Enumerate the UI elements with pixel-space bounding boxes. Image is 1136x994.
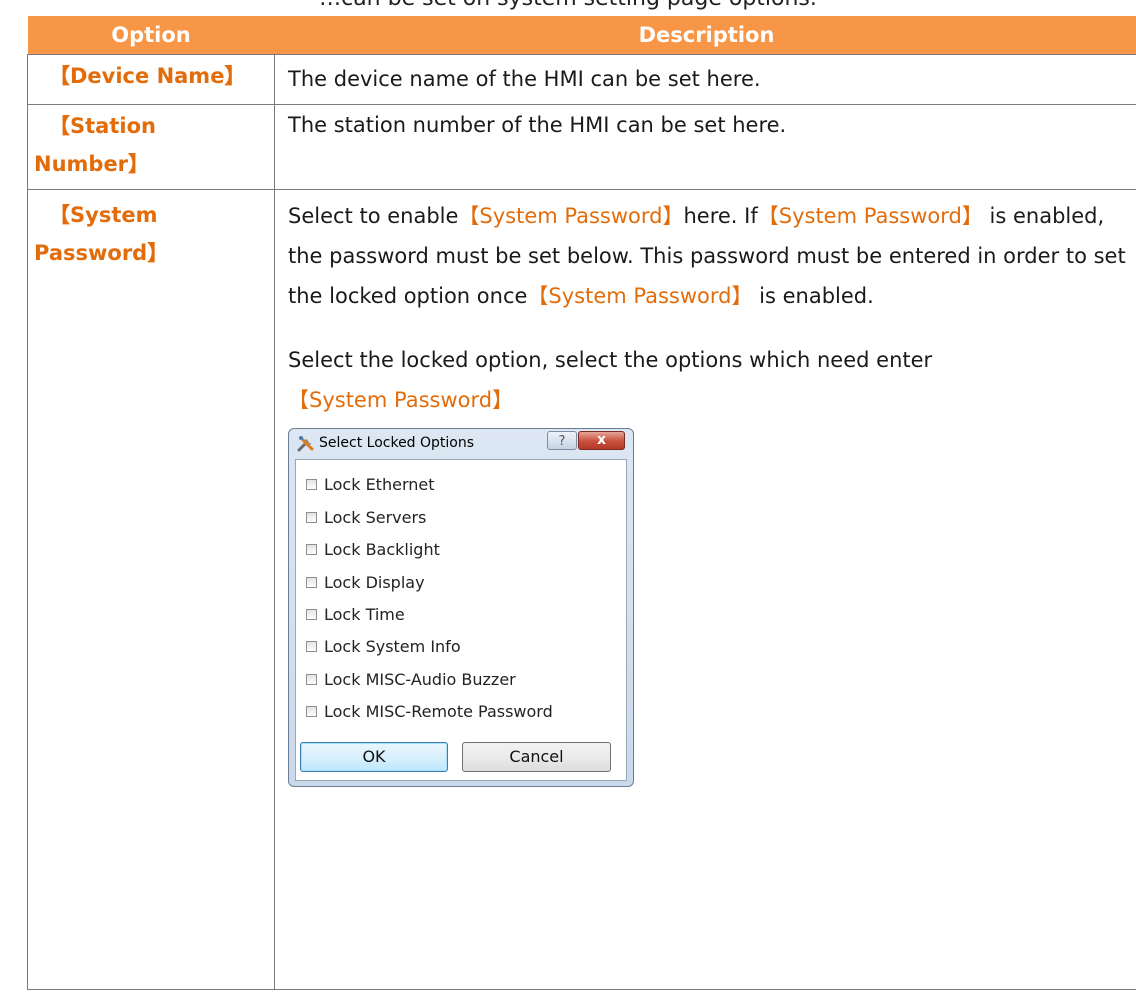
- checkbox-icon[interactable]: [306, 511, 317, 523]
- checkbox-icon[interactable]: [306, 673, 317, 685]
- checkbox-icon[interactable]: [306, 705, 317, 717]
- desc-highlight: 【System Password】: [757, 204, 983, 228]
- lock-option-checkbox[interactable]: Lock Backlight: [306, 538, 440, 560]
- desc-text: Select to enable: [288, 204, 459, 228]
- checkbox-icon[interactable]: [306, 478, 317, 490]
- header-description: Description: [274, 16, 1136, 55]
- option-cell: 【System Password】: [27, 189, 275, 990]
- checkbox-label: Lock Time: [324, 604, 405, 624]
- description-device-name: The device name of the HMI can be set he…: [288, 67, 761, 91]
- option-station-number-line1: 【Station: [49, 114, 156, 138]
- option-station-number-line2: Number】: [34, 152, 150, 176]
- option-cell: 【Device Name】: [27, 54, 275, 105]
- close-button[interactable]: x: [578, 431, 625, 450]
- option-system-password-line2: Password】: [34, 241, 169, 265]
- option-cell: 【Station Number】: [27, 104, 275, 190]
- checkbox-icon[interactable]: [306, 608, 317, 620]
- select-locked-options-dialog: Select Locked Options ? x Lock Ethernet …: [288, 428, 634, 787]
- desc-text: here. If: [683, 204, 758, 228]
- description-system-password: Select to enable【System Password】here. I…: [275, 190, 1136, 787]
- table-header-row: Option Description: [27, 16, 1136, 55]
- option-device-name: 【Device Name】: [49, 64, 246, 88]
- checkbox-label: Lock System Info: [324, 636, 461, 656]
- description-cell: Select to enable【System Password】here. I…: [274, 189, 1136, 990]
- description-cell: The device name of the HMI can be set he…: [274, 54, 1136, 105]
- desc-highlight: 【System Password】: [458, 204, 684, 228]
- lock-option-checkbox[interactable]: Lock Time: [306, 603, 405, 625]
- dialog-title: Select Locked Options: [319, 435, 475, 451]
- lock-option-checkbox[interactable]: Lock Servers: [306, 506, 426, 528]
- desc-text: Select the locked option, select the opt…: [288, 348, 933, 372]
- checkbox-label: Lock Display: [324, 572, 425, 592]
- table-row: 【Device Name】 The device name of the HMI…: [27, 54, 1136, 105]
- table-row: 【Station Number】 The station number of t…: [27, 104, 1136, 190]
- checkbox-label: Lock Backlight: [324, 539, 440, 559]
- checkbox-icon[interactable]: [306, 543, 317, 555]
- checkbox-label: Lock Ethernet: [324, 474, 435, 494]
- help-button[interactable]: ?: [547, 431, 577, 450]
- description-station-number: The station number of the HMI can be set…: [288, 113, 787, 137]
- desc-paragraph-2: Select the locked option, select the opt…: [288, 340, 1136, 420]
- ok-button[interactable]: OK: [300, 742, 448, 772]
- lock-option-checkbox[interactable]: Lock Ethernet: [306, 473, 435, 495]
- dialog-body: Lock Ethernet Lock Servers Lock Backligh…: [295, 459, 627, 781]
- lock-option-checkbox[interactable]: Lock System Info: [306, 635, 461, 657]
- lock-option-checkbox[interactable]: Lock MISC-Audio Buzzer: [306, 668, 516, 690]
- table-row: 【System Password】 Select to enable【Syste…: [27, 189, 1136, 990]
- clipped-intro-text: …can be set on system setting page optio…: [0, 0, 1136, 10]
- cancel-button[interactable]: Cancel: [462, 742, 611, 772]
- checkbox-label: Lock MISC-Remote Password: [324, 701, 553, 721]
- checkbox-icon[interactable]: [306, 576, 317, 588]
- option-system-password-line1: 【System: [49, 203, 158, 227]
- checkbox-label: Lock MISC-Audio Buzzer: [324, 669, 516, 689]
- desc-text: is enabled.: [752, 284, 874, 308]
- dialog-title-bar[interactable]: Select Locked Options ? x: [289, 429, 633, 457]
- desc-highlight: 【System Password】: [288, 388, 514, 412]
- header-option: Option: [27, 16, 275, 55]
- options-table: Option Description 【Device Name】 The dev…: [27, 16, 1136, 990]
- lock-option-checkbox[interactable]: Lock MISC-Remote Password: [306, 700, 553, 722]
- desc-highlight: 【System Password】: [527, 284, 753, 308]
- lock-option-checkbox[interactable]: Lock Display: [306, 571, 425, 593]
- description-cell: The station number of the HMI can be set…: [274, 104, 1136, 190]
- checkbox-label: Lock Servers: [324, 507, 427, 527]
- checkbox-icon[interactable]: [306, 640, 317, 652]
- tools-icon: [297, 436, 314, 452]
